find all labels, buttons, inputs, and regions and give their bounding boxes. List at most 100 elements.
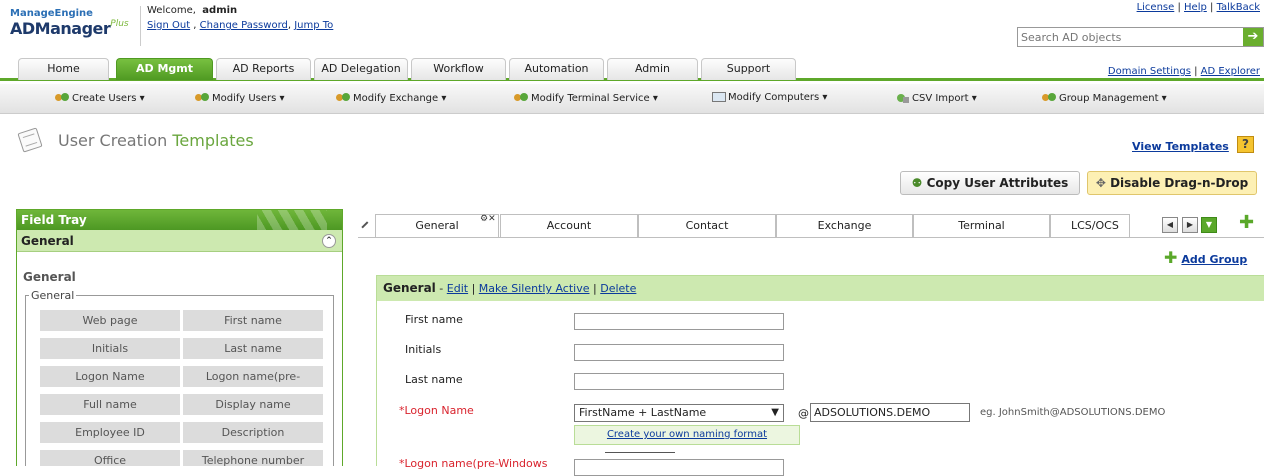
welcome-username: admin: [202, 5, 238, 16]
subnav-group-management[interactable]: Group Management ▾: [1042, 92, 1167, 104]
close-tab-icon[interactable]: ⚙✕: [480, 214, 496, 224]
logon-format-select[interactable]: FirstName + LastName ▼: [574, 404, 784, 422]
talkback-link[interactable]: TalkBack: [1217, 2, 1260, 13]
help-icon[interactable]: ?: [1237, 136, 1254, 153]
computer-icon: [712, 92, 726, 102]
disable-drag-drop-button[interactable]: ✥ Disable Drag-n-Drop: [1087, 171, 1257, 195]
logon-name-label: *Logon Name: [399, 404, 474, 417]
csv-import-icon: [895, 92, 910, 104]
users-icon: ⚉: [911, 176, 923, 190]
tab-ad-delegation[interactable]: AD Delegation: [314, 58, 408, 80]
license-link[interactable]: License: [1137, 2, 1175, 13]
tab-home[interactable]: Home: [18, 58, 109, 80]
search-go-icon[interactable]: ➔: [1243, 28, 1263, 46]
logo-vendor: ManageEngine: [10, 8, 93, 19]
field-chip[interactable]: Telephone number: [183, 450, 323, 466]
move-icon: ✥: [1095, 176, 1106, 190]
field-tray-section[interactable]: General ⌃: [17, 230, 342, 252]
edit-group-link[interactable]: Edit: [447, 282, 468, 295]
field-chip[interactable]: First name: [183, 310, 323, 331]
domain-settings-link[interactable]: Domain Settings: [1108, 66, 1191, 77]
field-tray-header: Field Tray: [17, 210, 342, 230]
logo-divider: [140, 6, 141, 46]
form-group-title: General: [383, 281, 436, 295]
users-icon: [1042, 92, 1057, 104]
logon-pre-windows-field[interactable]: [574, 452, 784, 476]
logo-product: ADManager: [10, 19, 111, 38]
subnav-modify-exchange[interactable]: Modify Exchange ▾: [336, 92, 446, 104]
first-name-label: First name: [405, 313, 463, 326]
sub-navigation: Create Users ▾ Modify Users ▾ Modify Exc…: [0, 84, 1264, 114]
form-tab-contact[interactable]: Contact: [638, 214, 776, 237]
form-tab-lcs-ocs[interactable]: LCS/OCS: [1050, 214, 1130, 237]
field-chip[interactable]: Display name: [183, 394, 323, 415]
main-tabs: Home AD Mgmt AD Reports AD Delegation Wo…: [0, 56, 1264, 81]
field-chip[interactable]: Logon name(pre-: [183, 366, 323, 387]
field-chip[interactable]: Last name: [183, 338, 323, 359]
view-templates-link[interactable]: View Templates: [1132, 140, 1229, 153]
edit-icon[interactable]: [361, 221, 373, 233]
help-link[interactable]: Help: [1184, 2, 1207, 13]
field-chip[interactable]: Web page: [40, 310, 180, 331]
subnav-modify-terminal[interactable]: Modify Terminal Service ▾: [514, 92, 658, 104]
tray-group-title: General: [23, 270, 76, 284]
field-chip[interactable]: Office: [40, 450, 180, 466]
scroll-right-icon[interactable]: ▶: [1182, 217, 1198, 233]
page-title: User Creation Templates: [58, 131, 254, 150]
users-icon: [336, 92, 351, 104]
collapse-icon[interactable]: ⌃: [322, 234, 336, 248]
logon-pre-windows-label: *Logon name(pre-Windows: [399, 457, 548, 470]
last-name-label: Last name: [405, 373, 463, 386]
initials-label: Initials: [405, 343, 442, 356]
tab-ad-reports[interactable]: AD Reports: [216, 58, 311, 80]
tray-fieldset-legend: General: [29, 289, 77, 302]
initials-field[interactable]: [574, 344, 784, 361]
add-tab-icon[interactable]: ✚: [1239, 214, 1254, 232]
users-icon: [195, 92, 210, 104]
jump-to-link[interactable]: Jump To: [294, 20, 333, 31]
page-header: User Creation Templates View Templates ?: [0, 126, 1264, 156]
add-group-link[interactable]: ✚ Add Group: [1164, 248, 1247, 267]
delete-group-link[interactable]: Delete: [600, 282, 636, 295]
subnav-create-users[interactable]: Create Users ▾: [55, 92, 145, 104]
first-name-field[interactable]: [574, 313, 784, 330]
tray-fieldset: General Web page First name Initials Las…: [25, 289, 334, 466]
subnav-modify-computers[interactable]: Modify Computers ▾: [712, 92, 827, 103]
tab-support[interactable]: Support: [701, 58, 796, 80]
naming-format-link[interactable]: Create your own naming format: [607, 429, 767, 440]
app-header: ManageEngine ADManagerPlus Welcome, admi…: [0, 0, 1264, 56]
field-chip[interactable]: Initials: [40, 338, 180, 359]
subnav-modify-users[interactable]: Modify Users ▾: [195, 92, 285, 104]
field-chip[interactable]: Full name: [40, 394, 180, 415]
field-tray: Field Tray General ⌃ General General Web…: [16, 209, 343, 466]
field-chip[interactable]: Logon Name: [40, 366, 180, 387]
make-silently-active-link[interactable]: Make Silently Active: [479, 282, 590, 295]
domain-field[interactable]: ADSOLUTIONS.DEMO: [810, 403, 970, 422]
form-tab-terminal[interactable]: Terminal: [913, 214, 1050, 237]
field-chip[interactable]: Description: [183, 422, 323, 443]
scroll-left-icon[interactable]: ◀: [1162, 217, 1178, 233]
users-icon: [514, 92, 529, 104]
tab-ad-mgmt[interactable]: AD Mgmt: [116, 58, 213, 80]
ad-explorer-link[interactable]: AD Explorer: [1201, 66, 1260, 77]
field-chip[interactable]: Employee ID: [40, 422, 180, 443]
last-name-field[interactable]: [574, 373, 784, 390]
change-password-link[interactable]: Change Password: [200, 20, 288, 31]
tab-automation[interactable]: Automation: [509, 58, 604, 80]
scroll-down-icon[interactable]: ▼: [1201, 217, 1217, 233]
search-box: ➔: [1017, 27, 1264, 47]
domain-links: Domain Settings | AD Explorer: [1107, 66, 1260, 77]
form-tab-account[interactable]: Account: [500, 214, 638, 237]
naming-format-button[interactable]: Create your own naming format: [574, 425, 800, 445]
tab-workflow[interactable]: Workflow: [411, 58, 506, 80]
sign-out-link[interactable]: Sign Out: [147, 20, 190, 31]
top-links: License | Help | TalkBack: [1136, 2, 1260, 13]
plus-icon: ✚: [1164, 248, 1178, 267]
general-group-form: General - Edit | Make Silently Active | …: [376, 275, 1264, 476]
search-input[interactable]: [1018, 28, 1243, 46]
admanager-logo[interactable]: ManageEngine ADManagerPlus: [10, 8, 140, 48]
tab-admin[interactable]: Admin: [607, 58, 698, 80]
copy-user-attributes-button[interactable]: ⚉ Copy User Attributes: [900, 171, 1080, 195]
form-tab-exchange[interactable]: Exchange: [776, 214, 913, 237]
subnav-csv-import[interactable]: CSV Import ▾: [895, 92, 977, 104]
